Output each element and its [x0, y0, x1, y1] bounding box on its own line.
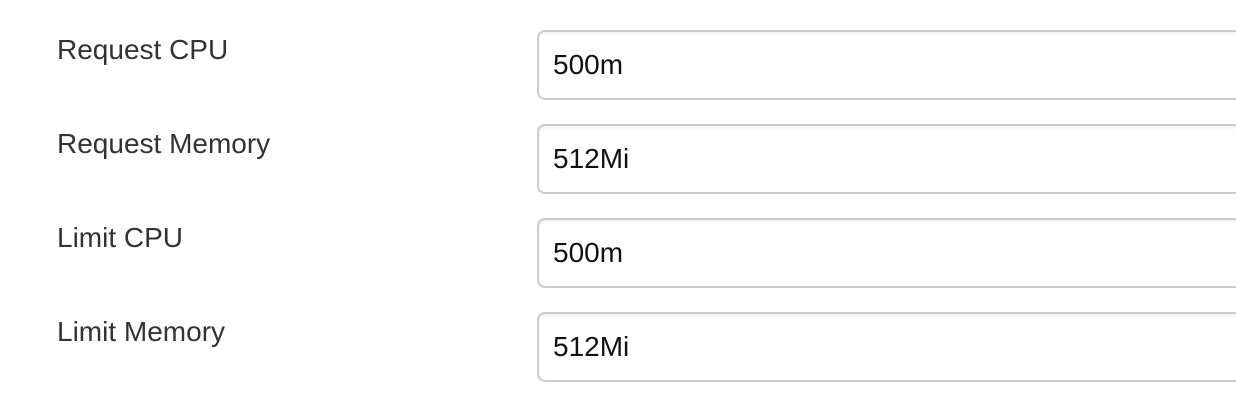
request-cpu-row: Request CPU [0, 30, 1236, 100]
request-cpu-input[interactable] [537, 30, 1236, 100]
limit-memory-input[interactable] [537, 312, 1236, 382]
request-memory-row: Request Memory [0, 124, 1236, 194]
request-memory-label: Request Memory [57, 128, 271, 159]
limit-cpu-input[interactable] [537, 218, 1236, 288]
request-memory-input[interactable] [537, 124, 1236, 194]
request-cpu-label: Request CPU [57, 34, 229, 65]
resource-limits-form: Request CPU Request Memory Limit CPU Lim… [0, 0, 1236, 402]
limit-cpu-row: Limit CPU [0, 218, 1236, 288]
limit-cpu-label: Limit CPU [57, 222, 184, 253]
limit-memory-row: Limit Memory [0, 312, 1236, 382]
limit-memory-label: Limit Memory [57, 316, 226, 347]
